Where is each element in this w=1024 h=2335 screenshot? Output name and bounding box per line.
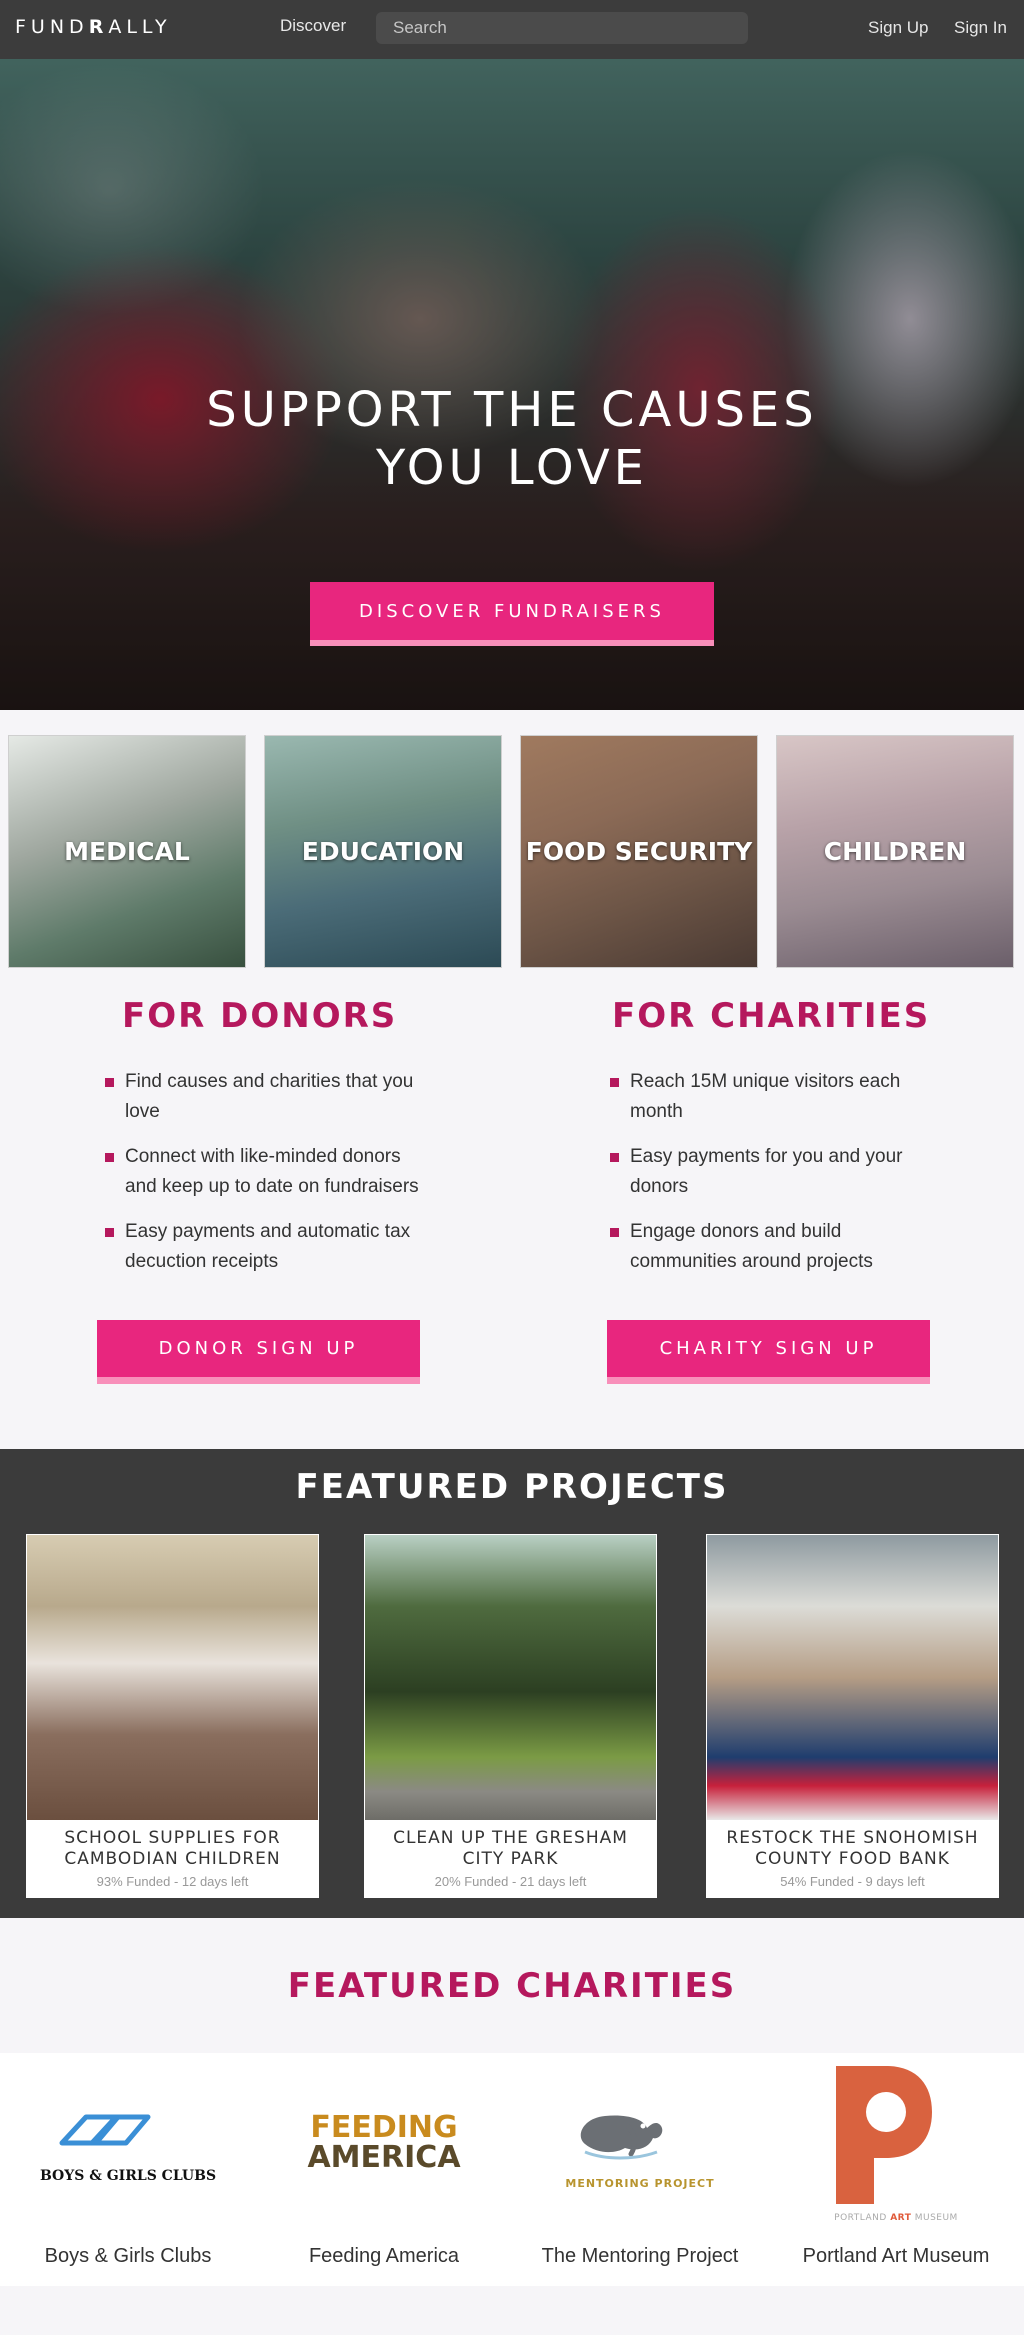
charity-name: Boys & Girls Clubs: [44, 2245, 212, 2267]
charity-name: The Mentoring Project: [541, 2245, 739, 2267]
category-tiles: MEDICAL EDUCATION FOOD SECURITY CHILDREN: [0, 710, 1024, 974]
project-card[interactable]: CLEAN UP THE GRESHAM CITY PARK 20% Funde…: [364, 1534, 657, 1898]
category-label: EDUCATION: [301, 837, 465, 866]
list-item: Easy payments for you and your donors: [610, 1142, 935, 1202]
featured-projects-section: FEATURED PROJECTS SCHOOL SUPPLIES FOR CA…: [0, 1449, 1024, 1918]
discover-fundraisers-button[interactable]: DISCOVER FUNDRAISERS: [310, 582, 714, 646]
list-item: Reach 15M unique visitors each month: [610, 1067, 935, 1127]
top-nav: FUNDRALLY Discover Sign Up Sign In: [0, 0, 1024, 59]
project-image: [365, 1535, 656, 1820]
mentoring-project-logo: MENTORING PROJECT: [512, 2053, 768, 2233]
charity-mentoring-project[interactable]: MENTORING PROJECT The Mentoring Project: [512, 2053, 768, 2286]
list-item: Easy payments and automatic tax decuctio…: [105, 1217, 430, 1277]
portland-art-museum-logo-text: PORTLAND ART MUSEUM: [834, 2213, 958, 2223]
audience-section: FOR DONORS Find causes and charities tha…: [0, 974, 1024, 1449]
featured-charities-list: BOYS & GIRLS CLUBS Boys & Girls Clubs FE…: [0, 2053, 1024, 2286]
project-card[interactable]: SCHOOL SUPPLIES FOR CAMBODIAN CHILDREN 9…: [26, 1534, 319, 1898]
feeding-america-logo-line-2: AMERICA: [307, 2140, 461, 2175]
boys-girls-clubs-logo-text: BOYS & GIRLS CLUBS: [39, 2167, 217, 2184]
feeding-america-logo-line-1: FEEDING: [310, 2110, 458, 2145]
portland-art-museum-logo: PORTLAND ART MUSEUM: [768, 2053, 1024, 2233]
for-charities-title: FOR CHARITIES: [612, 996, 931, 1036]
nav-discover-link[interactable]: Discover: [280, 16, 346, 36]
project-status: 93% Funded - 12 days left: [96, 1874, 249, 1889]
charity-portland-art-museum[interactable]: PORTLAND ART MUSEUM Portland Art Museum: [768, 2053, 1024, 2286]
boys-girls-clubs-logo: BOYS & GIRLS CLUBS: [0, 2053, 256, 2233]
featured-projects-title: FEATURED PROJECTS: [295, 1467, 729, 1507]
for-donors-title: FOR DONORS: [122, 996, 398, 1036]
donor-sign-up-button[interactable]: DONOR SIGN UP: [97, 1320, 420, 1384]
charity-name: Portland Art Museum: [802, 2245, 990, 2267]
project-status: 20% Funded - 21 days left: [434, 1874, 587, 1889]
category-food-security[interactable]: FOOD SECURITY: [520, 735, 758, 968]
category-label: FOOD SECURITY: [525, 837, 753, 866]
featured-charities-title: FEATURED CHARITIES: [287, 1966, 737, 2006]
project-status: 54% Funded - 9 days left: [780, 1874, 925, 1889]
category-medical[interactable]: MEDICAL: [8, 735, 246, 968]
category-label: MEDICAL: [64, 837, 190, 866]
project-name: CLEAN UP THE GRESHAM CITY PARK: [393, 1828, 628, 1869]
logo-text: FUNDRALLY: [15, 16, 172, 38]
category-education[interactable]: EDUCATION: [264, 735, 502, 968]
charity-boys-girls-clubs[interactable]: BOYS & GIRLS CLUBS Boys & Girls Clubs: [0, 2053, 256, 2286]
hands-logo-icon: [59, 2114, 151, 2145]
charity-feeding-america[interactable]: FEEDING AMERICA Feeding America: [256, 2053, 512, 2286]
project-card[interactable]: RESTOCK THE SNOHOMISH COUNTY FOOD BANK 5…: [706, 1534, 999, 1898]
category-label: CHILDREN: [823, 837, 967, 866]
donor-benefits-list: Find causes and charities that you love …: [105, 1067, 430, 1292]
elephant-icon: [581, 2115, 663, 2160]
search-input[interactable]: [376, 12, 748, 44]
charity-sign-up-button[interactable]: CHARITY SIGN UP: [607, 1320, 930, 1384]
search-box[interactable]: [376, 12, 748, 44]
pam-word-1: PORTLAND: [834, 2212, 887, 2223]
category-children[interactable]: CHILDREN: [776, 735, 1014, 968]
footer-strip: [0, 2286, 1024, 2335]
featured-charities-header: FEATURED CHARITIES: [0, 1918, 1024, 2053]
nav-sign-up-link[interactable]: Sign Up: [868, 18, 928, 38]
pam-word-3: MUSEUM: [914, 2212, 958, 2223]
list-item: Connect with like-minded donors and keep…: [105, 1142, 430, 1202]
hero-title: SUPPORT THE CAUSES YOU LOVE: [206, 382, 818, 496]
list-item: Engage donors and build communities arou…: [610, 1217, 935, 1277]
charity-name: Feeding America: [308, 2245, 460, 2267]
pam-word-2: ART: [890, 2212, 912, 2223]
project-name: RESTOCK THE SNOHOMISH COUNTY FOOD BANK: [726, 1828, 979, 1869]
project-image: [707, 1535, 998, 1820]
portland-p-icon: [836, 2065, 933, 2204]
nav-sign-in-link[interactable]: Sign In: [954, 18, 1007, 38]
charity-benefits-list: Reach 15M unique visitors each month Eas…: [610, 1067, 935, 1292]
hero-banner: SUPPORT THE CAUSES YOU LOVE DISCOVER FUN…: [0, 59, 1024, 710]
fundrally-logo[interactable]: FUNDRALLY: [15, 16, 172, 38]
list-item: Find causes and charities that you love: [105, 1067, 430, 1127]
mentoring-project-logo-text: MENTORING PROJECT: [565, 2177, 715, 2190]
feeding-america-logo: FEEDING AMERICA: [256, 2053, 512, 2233]
project-name: SCHOOL SUPPLIES FOR CAMBODIAN CHILDREN: [64, 1828, 281, 1869]
project-image: [27, 1535, 318, 1820]
